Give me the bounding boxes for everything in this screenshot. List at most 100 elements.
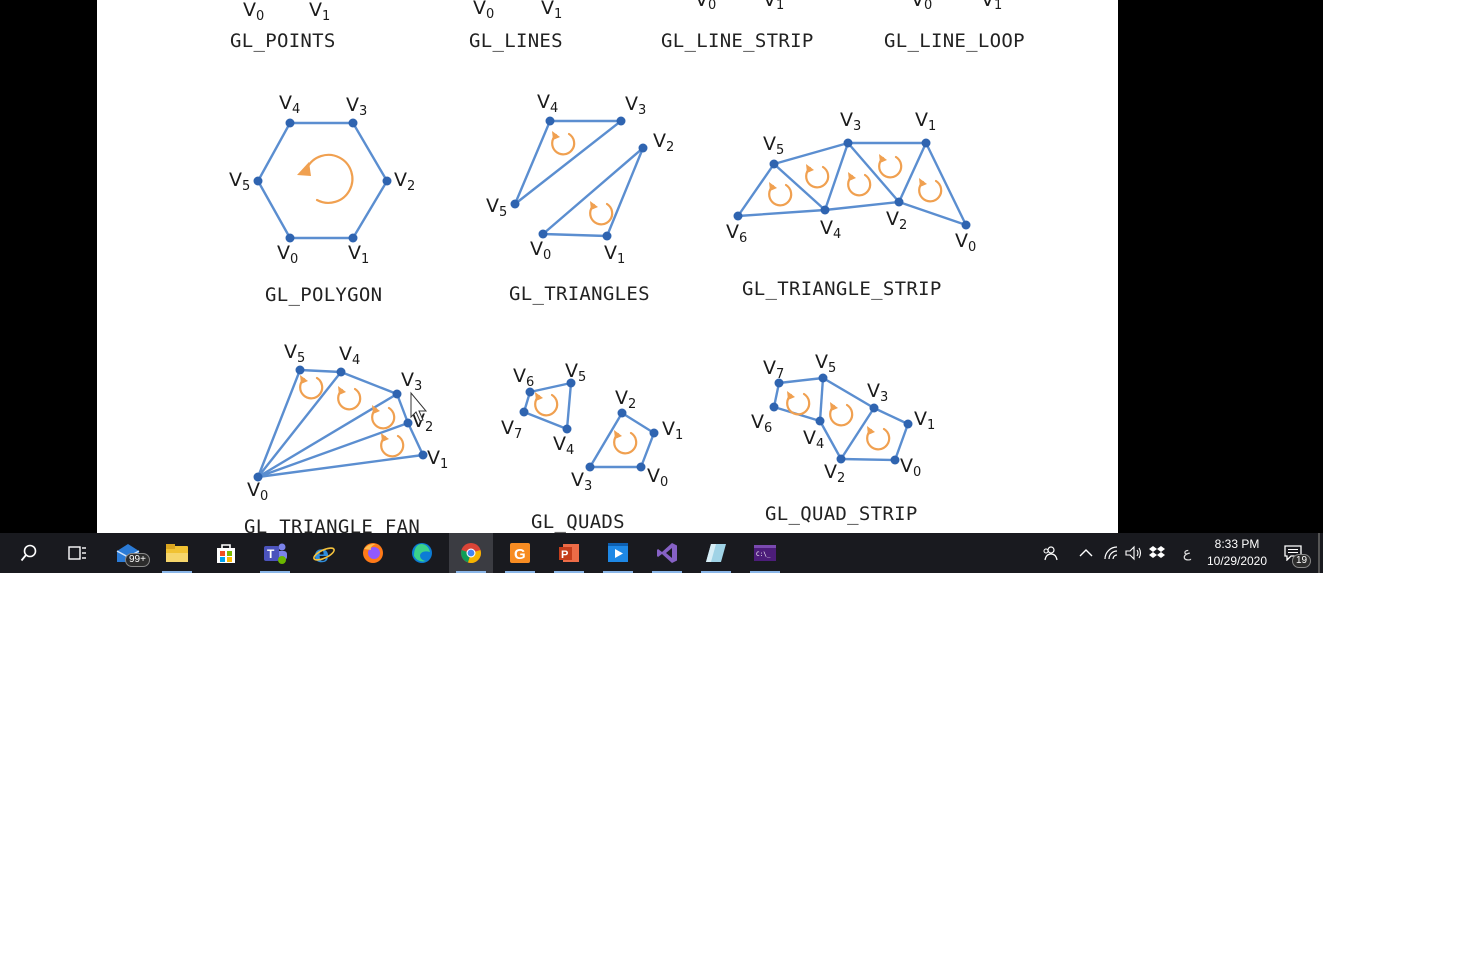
caption-lines: GL_LINES (469, 30, 563, 52)
clock-time: 8:33 PM (1214, 537, 1260, 551)
task-view-icon[interactable] (55, 533, 99, 573)
svg-text:V3: V3 (401, 369, 422, 394)
svg-text:V0: V0 (277, 242, 298, 267)
powerpoint-icon[interactable]: P (547, 533, 591, 573)
svg-text:V4: V4 (820, 217, 841, 242)
chrome-icon[interactable] (449, 533, 493, 573)
svg-text:V4: V4 (279, 92, 300, 117)
file-explorer-icon[interactable] (155, 533, 199, 573)
svg-text:V0: V0 (247, 479, 268, 504)
mail-icon[interactable]: 99+ (106, 533, 150, 573)
visual-studio-icon[interactable] (645, 533, 689, 573)
store-icon[interactable] (204, 533, 248, 573)
quads-figure: V6 V5 V7 V4 V2 V1 V0 V3 (501, 360, 683, 494)
svg-text:V6: V6 (751, 411, 772, 436)
svg-text:V1: V1 (915, 109, 936, 134)
line-strip-vertex-labels: V0 V1 (695, 0, 784, 13)
dropbox-icon[interactable] (1146, 533, 1168, 573)
svg-text:V1: V1 (981, 0, 1002, 13)
svg-text:V5: V5 (229, 169, 250, 194)
svg-text:V5: V5 (284, 341, 305, 366)
caption-line-loop: GL_LINE_LOOP (884, 30, 1025, 52)
app-icon[interactable] (694, 533, 738, 573)
caption-points: GL_POINTS (230, 30, 336, 52)
svg-text:V1: V1 (309, 0, 330, 24)
svg-text:V0: V0 (695, 0, 716, 13)
edge-icon[interactable] (400, 533, 444, 573)
svg-text:V0: V0 (473, 0, 494, 22)
svg-text:V0: V0 (900, 455, 921, 480)
svg-text:V1: V1 (427, 447, 448, 472)
svg-text:V4: V4 (803, 427, 824, 452)
svg-text:V1: V1 (348, 242, 369, 267)
search-icon[interactable] (7, 533, 51, 573)
caption-triangle-strip: GL_TRIANGLE_STRIP (742, 278, 942, 300)
svg-text:V2: V2 (653, 130, 674, 155)
svg-text:V5: V5 (763, 133, 784, 158)
svg-text:V6: V6 (513, 365, 534, 390)
slide: V0 V1 V0 V1 V0 V1 V0 V1 V4 V3 V2 V1 V0 V… (97, 0, 1118, 533)
svg-text:V2: V2 (886, 208, 907, 233)
svg-text:V2: V2 (412, 410, 433, 435)
taskbar: 99+ T e G P C:\_ ع 8:33 PM 10/29/2020 19 (0, 533, 1323, 573)
notification-center-icon[interactable]: 19 (1279, 533, 1312, 573)
notification-badge: 19 (1292, 554, 1312, 568)
svg-text:V3: V3 (625, 93, 646, 118)
svg-text:V1: V1 (662, 418, 683, 443)
input-language[interactable]: ع (1176, 533, 1198, 573)
caption-quads: GL_QUADS (531, 511, 625, 533)
svg-text:e: e (314, 541, 329, 565)
internet-explorer-icon[interactable]: e (302, 533, 346, 573)
caption-triangles: GL_TRIANGLES (509, 283, 650, 305)
caption-polygon: GL_POLYGON (265, 284, 383, 306)
network-icon[interactable] (1100, 533, 1122, 573)
svg-text:P: P (561, 549, 568, 561)
primitives-diagram: V0 V1 V0 V1 V0 V1 V0 V1 V4 V3 V2 V1 V0 V… (229, 0, 1002, 504)
svg-text:V4: V4 (553, 433, 574, 458)
svg-text:V0: V0 (243, 0, 264, 24)
show-desktop-button[interactable] (1318, 533, 1320, 573)
svg-text:V0: V0 (647, 465, 668, 490)
svg-text:V5: V5 (565, 360, 586, 385)
triangles-figure: V4 V3 V2 V5 V0 V1 (486, 91, 674, 267)
svg-text:V2: V2 (615, 387, 636, 412)
svg-text:V0: V0 (530, 238, 551, 263)
svg-text:V7: V7 (763, 357, 784, 382)
svg-text:T: T (267, 547, 275, 561)
svg-text:V1: V1 (914, 408, 935, 433)
svg-text:V6: V6 (726, 221, 747, 246)
volume-icon[interactable] (1123, 533, 1145, 573)
svg-text:V7: V7 (501, 417, 522, 442)
screen: V0 V1 V0 V1 V0 V1 V0 V1 V4 V3 V2 V1 V0 V… (0, 0, 1323, 573)
caption-line-strip: GL_LINE_STRIP (661, 30, 814, 52)
svg-text:V4: V4 (339, 343, 360, 368)
terminal-icon[interactable]: C:\_ (743, 533, 787, 573)
svg-text:G: G (514, 546, 526, 563)
teams-icon[interactable]: T (253, 533, 297, 573)
clock[interactable]: 8:33 PM 10/29/2020 (1198, 533, 1276, 573)
movies-icon[interactable] (596, 533, 640, 573)
svg-text:V3: V3 (571, 469, 592, 494)
svg-text:V3: V3 (867, 380, 888, 405)
chevron-up-icon[interactable] (1074, 533, 1098, 573)
points-vertex-labels: V0 V1 (243, 0, 330, 24)
firefox-icon[interactable] (351, 533, 395, 573)
svg-text:V5: V5 (486, 195, 507, 220)
svg-text:V0: V0 (955, 230, 976, 255)
people-icon[interactable] (1038, 533, 1062, 573)
line-loop-vertex-labels: V0 V1 (911, 0, 1002, 13)
svg-text:V2: V2 (394, 169, 415, 194)
triangle-strip-figure: V5 V3 V1 V6 V4 V2 V0 (726, 109, 976, 255)
sublime-icon[interactable]: G (498, 533, 542, 573)
mail-badge: 99+ (125, 553, 150, 567)
svg-text:V3: V3 (346, 94, 367, 119)
svg-text:C:\_: C:\_ (756, 551, 771, 558)
quad-strip-figure: V7 V5 V3 V1 V6 V4 V2 V0 (751, 351, 935, 486)
caption-quad-strip: GL_QUAD_STRIP (765, 503, 918, 525)
lines-vertex-labels: V0 V1 (473, 0, 562, 22)
svg-text:V2: V2 (824, 461, 845, 486)
svg-text:V3: V3 (840, 109, 861, 134)
svg-text:V5: V5 (815, 351, 836, 376)
clock-date: 10/29/2020 (1206, 554, 1268, 568)
triangle-fan-figure: V5 V4 V3 V2 V1 V0 (247, 341, 448, 504)
